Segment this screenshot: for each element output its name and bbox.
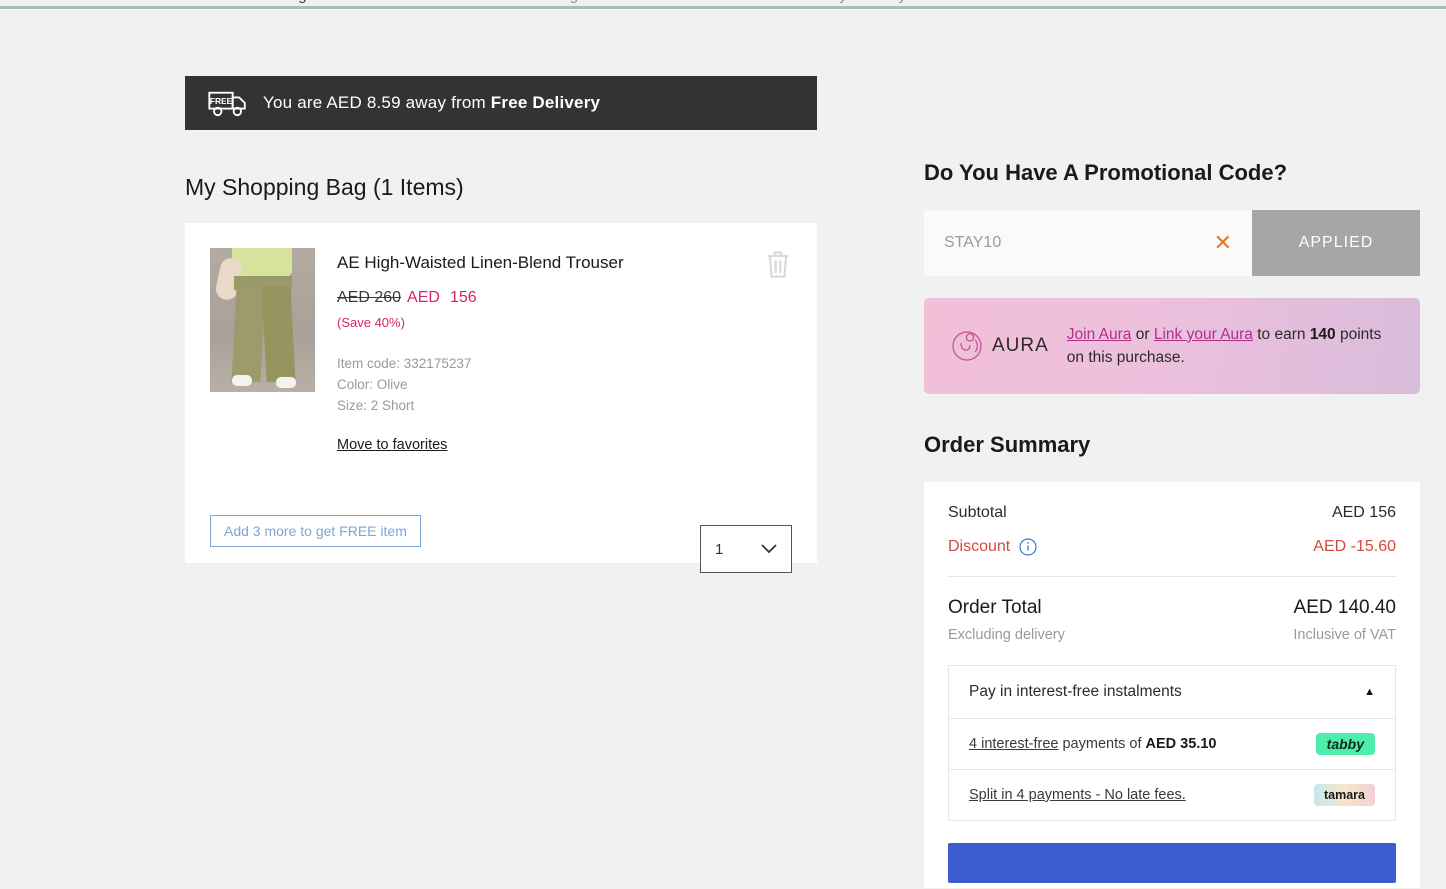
- tabby-link-text[interactable]: 4 interest-free: [969, 736, 1058, 752]
- checkout-bag-page: Bag Sign In Delivery and Payment Confirm…: [0, 0, 1446, 889]
- free-delivery-text: You are AED 8.59 away from Free Delivery: [263, 93, 600, 113]
- link-your-aura-link[interactable]: Link your Aura: [1154, 326, 1253, 343]
- product-price: AED 260 AED 156: [337, 289, 792, 307]
- tamara-link-text[interactable]: Split in 4 payments - No late fees.: [969, 787, 1186, 803]
- discount-label: Discount: [948, 538, 1011, 555]
- svg-text:FREE: FREE: [210, 96, 233, 106]
- instalment-option-tamara[interactable]: Split in 4 payments - No late fees. tama…: [949, 769, 1395, 820]
- aura-earn: to earn: [1252, 325, 1310, 343]
- aura-or: or: [1131, 325, 1154, 343]
- join-aura-link[interactable]: Join Aura: [1067, 326, 1132, 343]
- info-icon[interactable]: [1019, 538, 1037, 556]
- step-sign-in[interactable]: Sign In: [437, 0, 724, 4]
- promo-code-input[interactable]: STAY10: [944, 234, 1001, 252]
- aura-message: Join Aura or Link your Aura to earn 140 …: [1067, 323, 1394, 370]
- quantity-stepper[interactable]: 1: [700, 525, 792, 573]
- chevron-up-icon: ▲: [1364, 686, 1375, 698]
- discount-value: AED -15.60: [1313, 538, 1396, 555]
- remove-item-button[interactable]: [764, 249, 792, 279]
- price-sale: 156: [449, 289, 477, 306]
- tabby-logo: tabby: [1315, 733, 1375, 755]
- clear-promo-button[interactable]: ✕: [1214, 232, 1232, 254]
- tabby-rest-text: payments of: [1058, 736, 1146, 752]
- aura-wordmark: AURA: [992, 335, 1049, 356]
- tabby-amount: AED 35.10: [1145, 736, 1217, 752]
- item-size: Size: 2 Short: [337, 397, 415, 413]
- inclusive-vat-text: Inclusive of VAT: [1293, 627, 1396, 643]
- aura-points: 140: [1309, 325, 1336, 343]
- promo-input-wrap[interactable]: STAY10 ✕: [924, 210, 1252, 276]
- summary-row-subtotal: Subtotal AED 156: [948, 504, 1396, 522]
- promo-title: Do You Have A Promotional Code?: [924, 160, 1288, 185]
- free-delivery-bold: Free Delivery: [490, 93, 601, 112]
- instalments-header[interactable]: Pay in interest-free instalments ▲: [949, 666, 1395, 718]
- aura-mark-icon: [952, 331, 982, 361]
- order-summary-card: Subtotal AED 156 Discount AED -15.60 Ord…: [924, 482, 1420, 888]
- paypal-checkout-button[interactable]: [948, 843, 1396, 883]
- tabby-text: 4 interest-free payments of AED 35.10: [969, 736, 1216, 752]
- free-delivery-prefix: You are AED 8.59 away from: [263, 93, 491, 112]
- add-more-free-item-button[interactable]: Add 3 more to get FREE item: [210, 515, 421, 547]
- order-total-row: Order Total AED 140.40: [948, 597, 1396, 619]
- promo-row: STAY10 ✕ APPLIED: [924, 210, 1420, 276]
- excluding-delivery-text: Excluding delivery: [948, 627, 1065, 643]
- price-original: AED 260: [337, 289, 402, 306]
- product-name[interactable]: AE High-Waisted Linen-Blend Trouser: [337, 253, 792, 273]
- subtotal-value: AED 156: [1331, 504, 1396, 521]
- subtotal-label: Subtotal: [948, 504, 1007, 521]
- order-total-label: Order Total: [948, 597, 1042, 618]
- price-currency: AED: [407, 289, 440, 306]
- instalments-panel: Pay in interest-free instalments ▲ 4 int…: [948, 665, 1396, 821]
- page-title: My Shopping Bag (1 Items): [185, 174, 464, 200]
- summary-divider: [948, 576, 1396, 577]
- aura-logo: AURA: [950, 329, 1049, 363]
- product-thumbnail[interactable]: [210, 248, 315, 392]
- tamara-logo: tamara: [1314, 784, 1375, 806]
- save-badge: (Save 40%): [337, 315, 405, 330]
- summary-row-discount: Discount AED -15.60: [948, 538, 1396, 556]
- order-total-subtext: Excluding delivery Inclusive of VAT: [948, 627, 1396, 643]
- step-delivery-and-payment[interactable]: Delivery and Payment: [723, 0, 1010, 4]
- order-total-value: AED 140.40: [1293, 597, 1396, 618]
- bag-item-card: AE High-Waisted Linen-Blend Trouser AED …: [185, 223, 817, 573]
- item-color: Color: Olive: [337, 376, 408, 392]
- item-code: Item code: 332175237: [337, 356, 472, 371]
- free-delivery-banner: FREE You are AED 8.59 away from Free Del…: [185, 76, 817, 130]
- checkout-stepper: Bag Sign In Delivery and Payment Confirm…: [0, 0, 1446, 9]
- quantity-value: 1: [715, 540, 724, 558]
- trash-icon: [767, 251, 789, 278]
- aura-loyalty-banner: AURA Join Aura or Link your Aura to earn…: [924, 298, 1420, 394]
- tamara-text: Split in 4 payments - No late fees.: [969, 787, 1186, 803]
- order-summary-title: Order Summary: [924, 432, 1091, 457]
- free-delivery-truck-icon: FREE: [208, 91, 246, 117]
- chevron-down-icon: [761, 544, 777, 554]
- summary-column: Do You Have A Promotional Code? STAY10 ✕…: [924, 160, 1420, 888]
- instalment-option-tabby[interactable]: 4 interest-free payments of AED 35.10 ta…: [949, 718, 1395, 769]
- bag-column: FREE You are AED 8.59 away from Free Del…: [185, 76, 817, 573]
- step-confirmation[interactable]: Confirmation: [1010, 0, 1297, 4]
- move-to-favorites-link[interactable]: Move to favorites: [337, 437, 447, 453]
- step-bag[interactable]: Bag: [150, 0, 437, 4]
- applied-button[interactable]: APPLIED: [1252, 210, 1420, 276]
- product-meta: Item code: 332175237 Color: Olive Size: …: [337, 354, 792, 417]
- instalments-title: Pay in interest-free instalments: [969, 683, 1182, 700]
- discount-label-wrap: Discount: [948, 538, 1037, 556]
